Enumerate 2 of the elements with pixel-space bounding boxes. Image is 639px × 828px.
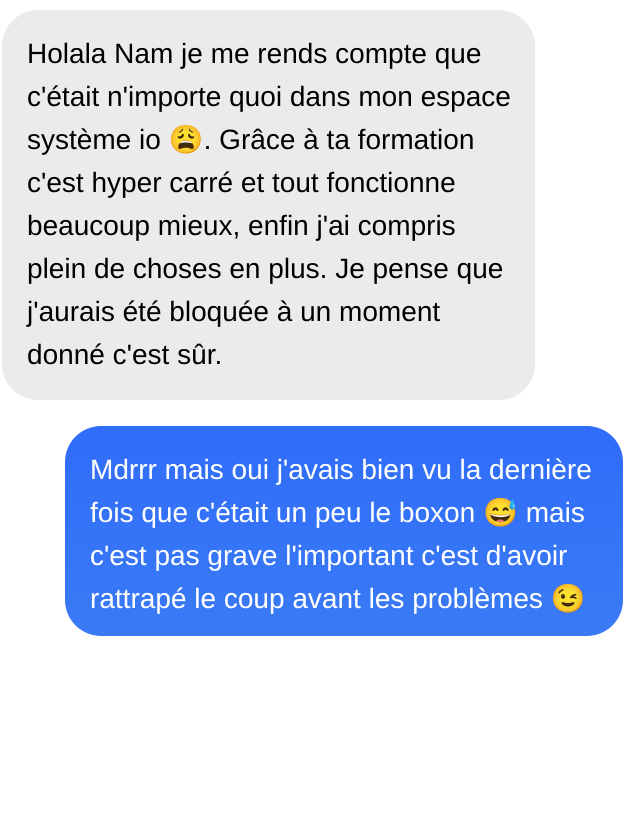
message-text: Holala Nam je me rends compte que c'était n'importe quoi dans mon espace système io 😩. Grâce à ta formation c'est hyper carré et tout fonctionne beaucoup mieux, enfin j'ai compris plein de choses en plus. Je pense que j'aurais été bloquée à un moment donné c'est sûr.	[27, 37, 512, 372]
message-text: Mdrrr mais oui j'avais bien vu la dernière fois que c'était un peu le boxon 😅 mais c'est pas grave l'important c'est d'avoir rattrapé le coup avant les problèmes 😉	[90, 453, 593, 616]
